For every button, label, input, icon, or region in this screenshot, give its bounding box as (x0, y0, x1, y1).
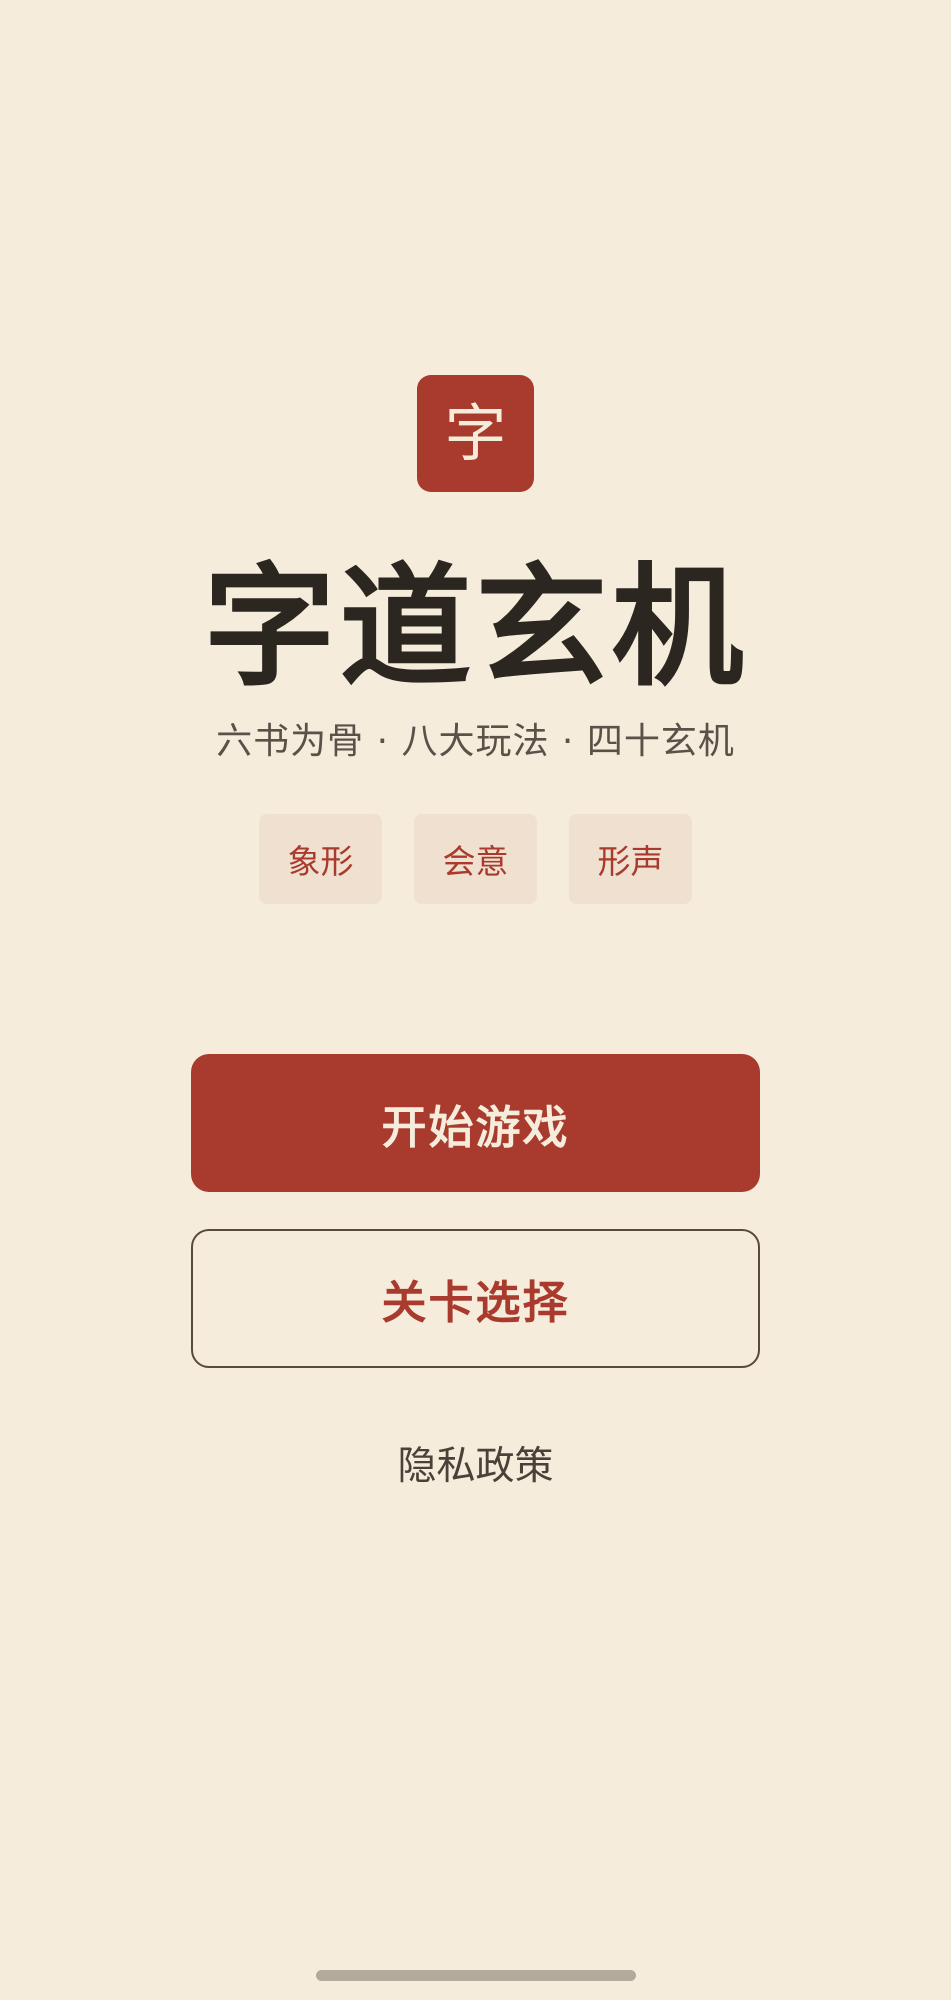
tag-list: 象形 会意 形声 (0, 814, 951, 904)
tag-phonogram: 形声 (569, 814, 692, 904)
level-select-button[interactable]: 关卡选择 (191, 1229, 760, 1368)
privacy-policy-link[interactable]: 隐私政策 (0, 1447, 951, 1486)
start-screen: 字 字道玄机 六书为骨 · 八大玩法 · 四十玄机 象形 会意 形声 开始游戏 … (0, 0, 951, 2000)
app-logo-icon: 字 (417, 375, 534, 492)
tag-pictograph: 象形 (259, 814, 382, 904)
start-game-button[interactable]: 开始游戏 (191, 1054, 760, 1192)
tag-ideograph: 会意 (414, 814, 537, 904)
home-indicator[interactable] (316, 1970, 636, 1981)
app-title: 字道玄机 (203, 551, 748, 705)
logo-char: 字 (444, 396, 507, 470)
app-subtitle: 六书为骨 · 八大玩法 · 四十玄机 (216, 721, 735, 762)
